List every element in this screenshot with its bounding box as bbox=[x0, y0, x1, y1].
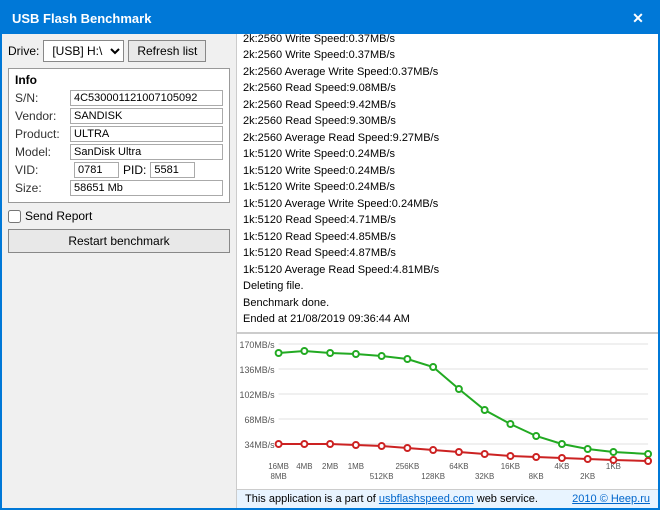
titlebar: USB Flash Benchmark ✕ bbox=[2, 2, 658, 34]
log-line: 2k:2560 Read Speed:9.30MB/s bbox=[243, 113, 652, 130]
product-value: ULTRA bbox=[70, 126, 223, 142]
vid-value: 0781 bbox=[74, 162, 119, 178]
sn-row: S/N: 4C530001121007105092 bbox=[15, 90, 223, 106]
log-line: 2k:2560 Average Read Speed:9.27MB/s bbox=[243, 130, 652, 147]
vendor-row: Vendor: SANDISK bbox=[15, 108, 223, 124]
chart-container: 170MB/s 136MB/s 102MB/s 68MB/s 34MB/s 16… bbox=[237, 333, 658, 489]
info-box: Info S/N: 4C530001121007105092 Vendor: S… bbox=[8, 68, 230, 203]
log-line: Deleting file. bbox=[243, 278, 652, 295]
right-panel: 2k:2560 Write Speed:0.38MB/s2k:2560 Writ… bbox=[237, 34, 658, 508]
bottom-section: 170MB/s 136MB/s 102MB/s 68MB/s 34MB/s 16… bbox=[237, 333, 658, 508]
sn-value: 4C530001121007105092 bbox=[70, 90, 223, 106]
model-value: SanDisk Ultra bbox=[70, 144, 223, 160]
model-row: Model: SanDisk Ultra bbox=[15, 144, 223, 160]
drive-select[interactable]: [USB] H:\ bbox=[43, 40, 124, 62]
log-line: 1k:5120 Write Speed:0.24MB/s bbox=[243, 179, 652, 196]
svg-text:16MB: 16MB bbox=[268, 462, 289, 471]
svg-text:102MB/s: 102MB/s bbox=[240, 390, 276, 400]
svg-text:2MB: 2MB bbox=[322, 462, 338, 471]
log-line: 2k:2560 Average Write Speed:0.37MB/s bbox=[243, 64, 652, 81]
restart-button[interactable]: Restart benchmark bbox=[8, 229, 230, 253]
svg-text:34MB/s: 34MB/s bbox=[244, 440, 275, 450]
log-line: 2k:2560 Read Speed:9.42MB/s bbox=[243, 97, 652, 114]
product-row: Product: ULTRA bbox=[15, 126, 223, 142]
send-report-label: Send Report bbox=[25, 209, 92, 223]
main-window: USB Flash Benchmark ✕ Drive: [USB] H:\ R… bbox=[0, 0, 660, 510]
send-report-checkbox[interactable] bbox=[8, 210, 21, 223]
log-line: 2k:2560 Write Speed:0.37MB/s bbox=[243, 34, 652, 47]
log-line: Ended at 21/08/2019 09:36:44 AM bbox=[243, 311, 652, 328]
svg-text:2KB: 2KB bbox=[580, 472, 595, 481]
log-line: 1k:5120 Read Speed:4.85MB/s bbox=[243, 229, 652, 246]
window-title: USB Flash Benchmark bbox=[12, 11, 151, 26]
svg-text:136MB/s: 136MB/s bbox=[240, 365, 276, 375]
product-label: Product: bbox=[15, 127, 70, 141]
drive-row: Drive: [USB] H:\ Refresh list bbox=[8, 40, 230, 62]
svg-text:68MB/s: 68MB/s bbox=[244, 415, 275, 425]
footer-link1[interactable]: usbflashspeed.com bbox=[379, 493, 474, 505]
model-label: Model: bbox=[15, 145, 70, 159]
info-title: Info bbox=[15, 73, 223, 87]
vendor-value: SANDISK bbox=[70, 108, 223, 124]
log-line: 1k:5120 Read Speed:4.71MB/s bbox=[243, 212, 652, 229]
sn-label: S/N: bbox=[15, 91, 70, 105]
vid-pid-row: VID: 0781 PID: 5581 bbox=[15, 162, 223, 178]
log-line: 1k:5120 Write Speed:0.24MB/s bbox=[243, 146, 652, 163]
left-panel: Drive: [USB] H:\ Refresh list Info S/N: … bbox=[2, 34, 237, 508]
svg-text:1MB: 1MB bbox=[348, 462, 364, 471]
svg-text:64KB: 64KB bbox=[449, 462, 468, 471]
log-area[interactable]: 2k:2560 Write Speed:0.38MB/s2k:2560 Writ… bbox=[237, 34, 658, 333]
pid-label: PID: bbox=[123, 163, 146, 177]
refresh-button[interactable]: Refresh list bbox=[128, 40, 206, 62]
footer: This application is a part of usbflashsp… bbox=[237, 489, 658, 508]
vid-label: VID: bbox=[15, 163, 70, 177]
pid-value: 5581 bbox=[150, 162, 195, 178]
log-line: 2k:2560 Read Speed:9.08MB/s bbox=[243, 80, 652, 97]
log-line: 2k:2560 Write Speed:0.37MB/s bbox=[243, 47, 652, 64]
footer-link2[interactable]: 2010 © Heep.ru bbox=[572, 493, 650, 505]
svg-text:8KB: 8KB bbox=[529, 472, 544, 481]
svg-text:170MB/s: 170MB/s bbox=[240, 340, 276, 350]
svg-text:4MB: 4MB bbox=[296, 462, 312, 471]
svg-text:128KB: 128KB bbox=[421, 472, 445, 481]
close-button[interactable]: ✕ bbox=[628, 8, 648, 28]
log-line: 1k:5120 Write Speed:0.24MB/s bbox=[243, 163, 652, 180]
log-line: Benchmark done. bbox=[243, 295, 652, 312]
footer-text: This application is a part of usbflashsp… bbox=[245, 493, 538, 505]
benchmark-chart: 170MB/s 136MB/s 102MB/s 68MB/s 34MB/s 16… bbox=[237, 334, 658, 489]
size-value: 58651 Mb bbox=[70, 180, 223, 196]
svg-text:32KB: 32KB bbox=[475, 472, 494, 481]
log-line: 1k:5120 Average Read Speed:4.81MB/s bbox=[243, 262, 652, 279]
svg-text:256KB: 256KB bbox=[395, 462, 419, 471]
vendor-label: Vendor: bbox=[15, 109, 70, 123]
send-report-row: Send Report bbox=[8, 209, 230, 223]
content-area: Drive: [USB] H:\ Refresh list Info S/N: … bbox=[2, 34, 658, 508]
svg-text:16KB: 16KB bbox=[501, 462, 520, 471]
log-line: 1k:5120 Average Write Speed:0.24MB/s bbox=[243, 196, 652, 213]
svg-text:4KB: 4KB bbox=[554, 462, 569, 471]
log-line: 1k:5120 Read Speed:4.87MB/s bbox=[243, 245, 652, 262]
svg-text:8MB: 8MB bbox=[270, 472, 286, 481]
size-row: Size: 58651 Mb bbox=[15, 180, 223, 196]
drive-label: Drive: bbox=[8, 44, 39, 58]
size-label: Size: bbox=[15, 181, 70, 195]
svg-text:512KB: 512KB bbox=[370, 472, 394, 481]
